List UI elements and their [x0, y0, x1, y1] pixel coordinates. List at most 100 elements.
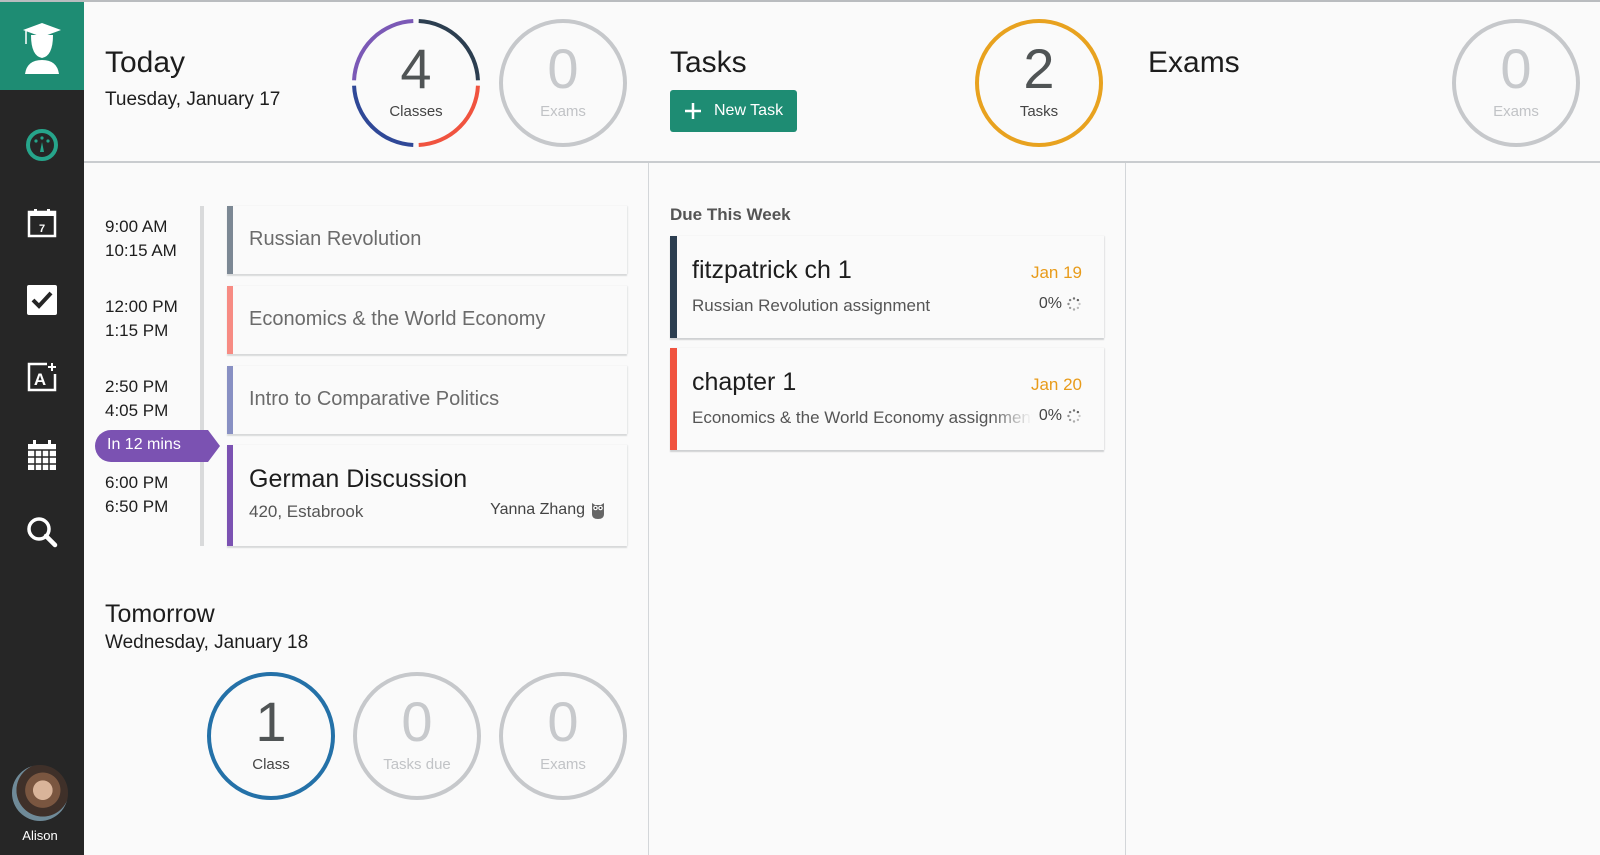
spinner-dot: [1072, 297, 1076, 300]
tomorrow-tasks-ring[interactable]: 0 Tasks due: [351, 670, 483, 802]
tomorrow-title: Tomorrow: [105, 600, 215, 628]
end-time: 10:15 AM: [105, 241, 177, 260]
class-color-bar: [227, 366, 233, 434]
task-progress-value: 0%: [1038, 295, 1062, 312]
task-progress: 0%: [1039, 295, 1082, 313]
class-card[interactable]: Intro to Comparative Politics: [227, 366, 627, 434]
class-location: 420, Estabrook: [249, 502, 364, 521]
checkbox-icon: [27, 285, 57, 315]
class-name: Intro to Comparative Politics: [249, 388, 500, 410]
task-color-bar: [670, 236, 677, 338]
timeline-rail: [200, 206, 204, 546]
start-time: 6:00 PM: [105, 473, 169, 492]
class-card[interactable]: Economics & the World Economy: [227, 286, 627, 354]
exams-count-ring[interactable]: 0 Exams: [1450, 17, 1582, 149]
spinner-dot: [1072, 420, 1076, 423]
spinner-dot: [1067, 414, 1070, 418]
spinner-dot: [1068, 410, 1072, 414]
tomorrow-exams-label: Exams: [540, 756, 586, 773]
app-logo[interactable]: [0, 2, 84, 90]
task-due-date: Jan 20: [1030, 375, 1082, 394]
class-time: 12:00 PM 1:15 PM: [105, 295, 178, 343]
sidebar-item-dashboard[interactable]: [0, 120, 84, 170]
task-title: chapter 1: [692, 368, 797, 396]
spinner-dot: [1068, 298, 1072, 302]
spinner-dot: [1068, 418, 1072, 422]
tomorrow-classes-label: Class: [252, 756, 290, 773]
start-time: 12:00 PM: [105, 297, 178, 316]
next-class-badge-text: In 12 mins: [107, 436, 181, 453]
task-due-date: Jan 19: [1030, 263, 1082, 282]
sidebar-item-search[interactable]: [0, 507, 84, 557]
tomorrow-exams-ring[interactable]: 0 Exams: [497, 670, 629, 802]
sidebar-item-tasks[interactable]: [0, 275, 84, 325]
sidebar-item-calendar[interactable]: [0, 430, 84, 480]
spinner-dot: [1068, 306, 1072, 310]
next-class-badge: In 12 mins: [95, 430, 220, 462]
tomorrow-classes-ring[interactable]: 1 Class: [205, 670, 337, 802]
exams-title: Exams: [1148, 46, 1240, 79]
today-classes-label: Classes: [389, 103, 443, 120]
user-avatar[interactable]: [12, 765, 68, 821]
spinner-dot: [1072, 409, 1076, 412]
tasks-count-ring[interactable]: 2 Tasks: [973, 17, 1105, 149]
grade-a-plus-icon: A: [27, 362, 57, 392]
spinner-dot: [1076, 410, 1080, 414]
new-task-button[interactable]: New Task: [670, 90, 797, 132]
today-date: Tuesday, January 17: [105, 89, 281, 110]
exams-count: 0: [1500, 37, 1532, 100]
task-progress: 0%: [1039, 407, 1082, 425]
start-time: 9:00 AM: [105, 217, 168, 236]
calendar-day-icon: 7: [27, 209, 57, 238]
exams-count-label: Exams: [1493, 103, 1539, 120]
spinner-dot: [1078, 414, 1081, 418]
sidebar: 7 A Alison: [0, 2, 84, 855]
end-time: 1:15 PM: [105, 321, 169, 340]
spinner-dot: [1076, 418, 1080, 422]
today-exams-ring[interactable]: 0 Exams: [497, 17, 629, 149]
tasks-count: 2: [1023, 37, 1055, 100]
sidebar-item-schedule[interactable]: 7: [0, 198, 84, 248]
class-name: Economics & the World Economy: [249, 308, 546, 330]
sidebar-item-exams[interactable]: A: [0, 352, 84, 402]
new-task-label: New Task: [714, 102, 784, 119]
dashboard-gauge-icon: [26, 129, 58, 161]
tasks-title: Tasks: [670, 46, 747, 79]
task-color-bar: [670, 348, 677, 450]
search-icon: [27, 517, 58, 548]
column-divider: [1125, 163, 1126, 855]
header: [84, 2, 1600, 163]
spinner-dot: [1076, 298, 1080, 302]
class-time: 9:00 AM 10:15 AM: [105, 215, 177, 263]
due-this-week-heading: Due This Week: [670, 205, 791, 224]
today-exams-count: 0: [547, 37, 579, 100]
tomorrow-tasks-count: 0: [401, 690, 433, 753]
task-card[interactable]: fitzpatrick ch 1 Russian Revolution assi…: [670, 236, 1104, 338]
tomorrow-classes-count: 1: [255, 690, 287, 753]
tomorrow-exams-count: 0: [547, 690, 579, 753]
teacher-name: Yanna Zhang: [490, 501, 585, 518]
class-teacher: Yanna Zhang: [490, 501, 605, 519]
spinner-dot: [1072, 308, 1076, 311]
task-course: Economics & the World Economy assignment: [692, 408, 1032, 427]
user-name: Alison: [22, 828, 58, 843]
task-card[interactable]: chapter 1 Economics & the World Economy …: [670, 348, 1104, 450]
task-title: fitzpatrick ch 1: [692, 256, 852, 284]
today-title: Today: [105, 46, 186, 79]
owl-icon: [592, 503, 604, 519]
task-course: Russian Revolution assignment: [692, 296, 931, 315]
tomorrow-date: Wednesday, January 18: [105, 632, 309, 653]
class-color-bar: [227, 445, 233, 546]
end-time: 6:50 PM: [105, 497, 169, 516]
class-time: 6:00 PM 6:50 PM: [105, 471, 168, 519]
class-card-current[interactable]: German Discussion 420, Estabrook Yanna Z…: [227, 445, 627, 546]
task-progress-value: 0%: [1038, 407, 1062, 424]
end-time: 4:05 PM: [105, 401, 169, 420]
graduate-logo-icon: [23, 23, 61, 74]
class-name: Russian Revolution: [249, 228, 422, 250]
class-card[interactable]: Russian Revolution: [227, 206, 627, 274]
class-color-bar: [227, 206, 233, 274]
today-classes-ring[interactable]: 4 Classes: [350, 17, 482, 149]
start-time: 2:50 PM: [105, 377, 169, 396]
svg-text:7: 7: [39, 223, 45, 235]
